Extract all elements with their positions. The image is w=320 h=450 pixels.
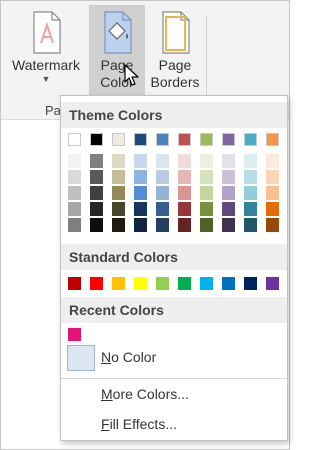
standard-color-swatch[interactable] — [68, 277, 81, 290]
watermark-icon — [22, 9, 70, 55]
theme-color-shade-swatch[interactable] — [222, 218, 235, 232]
page-color-icon — [93, 9, 141, 55]
standard-color-swatch[interactable] — [200, 277, 213, 290]
standard-color-swatch[interactable] — [156, 277, 169, 290]
theme-color-shade-swatch[interactable] — [156, 186, 169, 200]
theme-color-shade-swatch[interactable] — [200, 218, 213, 232]
fill-effects-text: ill Effects... — [109, 416, 177, 432]
theme-color-shade-swatch[interactable] — [178, 154, 191, 168]
theme-color-shade-swatch[interactable] — [112, 154, 125, 168]
theme-color-shade-swatch[interactable] — [266, 154, 279, 168]
theme-color-shade-swatch[interactable] — [112, 186, 125, 200]
theme-color-shade-swatch[interactable] — [134, 170, 147, 184]
theme-color-shade-swatch[interactable] — [178, 170, 191, 184]
theme-color-shade-swatch[interactable] — [90, 170, 103, 184]
theme-color-swatch[interactable] — [156, 133, 169, 146]
theme-color-shade-swatch[interactable] — [200, 186, 213, 200]
theme-color-swatch[interactable] — [68, 133, 81, 146]
theme-color-shade-swatch[interactable] — [90, 218, 103, 232]
theme-color-shade-swatch[interactable] — [222, 202, 235, 216]
theme-color-shade-swatch[interactable] — [266, 202, 279, 216]
no-color-item[interactable]: No Color — [61, 343, 287, 373]
theme-color-shade-swatch[interactable] — [222, 186, 235, 200]
theme-color-shade-swatch[interactable] — [134, 186, 147, 200]
recent-color-swatch[interactable] — [68, 328, 81, 341]
theme-color-shade-swatch[interactable] — [90, 154, 103, 168]
page-borders-icon — [151, 9, 199, 55]
theme-color-swatch[interactable] — [200, 133, 213, 146]
theme-color-shade-swatch[interactable] — [134, 218, 147, 232]
theme-color-shade-swatch[interactable] — [112, 218, 125, 232]
recent-colors-header: Recent Colors — [61, 297, 287, 323]
more-colors-text: ore Colors... — [112, 386, 189, 402]
theme-color-swatch[interactable] — [244, 133, 257, 146]
page-borders-label-line2: Borders — [150, 74, 200, 90]
theme-color-shade-swatch[interactable] — [156, 218, 169, 232]
standard-color-swatch[interactable] — [134, 277, 147, 290]
standard-color-swatch[interactable] — [244, 277, 257, 290]
theme-color-shade-swatch[interactable] — [200, 154, 213, 168]
theme-color-shade-swatch[interactable] — [68, 154, 81, 168]
theme-color-shade-swatch[interactable] — [200, 202, 213, 216]
chevron-down-icon: ▼ — [41, 74, 51, 84]
theme-color-shade-swatch[interactable] — [178, 186, 191, 200]
no-color-swatch — [67, 345, 95, 371]
theme-color-swatch[interactable] — [222, 133, 235, 146]
menu-divider — [61, 378, 287, 379]
page-color-dropdown: Theme Colors Standard Colors Recent Colo… — [60, 95, 288, 441]
no-color-mnemonic: N — [101, 349, 112, 365]
theme-color-shade-swatch[interactable] — [156, 202, 169, 216]
standard-color-swatch[interactable] — [266, 277, 279, 290]
theme-color-shade-swatch[interactable] — [178, 218, 191, 232]
standard-colors-header: Standard Colors — [61, 244, 287, 270]
theme-colors-header: Theme Colors — [61, 102, 287, 128]
theme-color-shade-swatch[interactable] — [134, 202, 147, 216]
theme-color-swatch[interactable] — [266, 133, 279, 146]
theme-color-shade-swatch[interactable] — [112, 202, 125, 216]
theme-color-shade-swatch[interactable] — [244, 186, 257, 200]
theme-color-shade-swatch[interactable] — [266, 170, 279, 184]
fill-effects-item[interactable]: Fill Effects... — [101, 416, 177, 432]
standard-color-swatch[interactable] — [178, 277, 191, 290]
theme-color-shade-swatch[interactable] — [244, 202, 257, 216]
theme-color-shade-swatch[interactable] — [156, 154, 169, 168]
theme-color-shade-swatch[interactable] — [112, 170, 125, 184]
page-borders-label: Page Borders — [150, 57, 199, 91]
theme-color-swatch[interactable] — [90, 133, 103, 146]
watermark-button[interactable]: Watermark ▼ — [3, 5, 89, 97]
more-colors-item[interactable]: More Colors... — [101, 386, 189, 402]
group-label: Pa — [45, 103, 61, 118]
theme-color-swatch[interactable] — [112, 133, 125, 146]
standard-color-swatch[interactable] — [222, 277, 235, 290]
fill-effects-mnemonic: F — [101, 416, 110, 432]
standard-color-swatch[interactable] — [90, 277, 103, 290]
theme-color-shade-swatch[interactable] — [222, 154, 235, 168]
standard-color-swatch[interactable] — [112, 277, 125, 290]
theme-color-shade-swatch[interactable] — [68, 170, 81, 184]
no-color-text: o Color — [111, 349, 157, 365]
theme-color-shade-swatch[interactable] — [90, 186, 103, 200]
theme-color-shade-swatch[interactable] — [222, 170, 235, 184]
theme-color-shade-swatch[interactable] — [244, 154, 257, 168]
theme-color-shade-swatch[interactable] — [68, 186, 81, 200]
theme-color-shade-swatch[interactable] — [156, 170, 169, 184]
theme-color-shade-swatch[interactable] — [244, 170, 257, 184]
theme-color-swatch[interactable] — [134, 133, 147, 146]
watermark-label: Watermark — [12, 57, 80, 73]
theme-color-shade-swatch[interactable] — [134, 154, 147, 168]
theme-color-shade-swatch[interactable] — [90, 202, 103, 216]
theme-color-shade-swatch[interactable] — [178, 202, 191, 216]
more-colors-mnemonic: M — [101, 386, 113, 402]
page-borders-label-line1: Page — [158, 57, 192, 73]
theme-color-shade-swatch[interactable] — [68, 218, 81, 232]
theme-color-shade-swatch[interactable] — [68, 202, 81, 216]
theme-color-shade-swatch[interactable] — [266, 186, 279, 200]
no-color-label: No Color — [101, 349, 156, 365]
theme-color-swatch[interactable] — [178, 133, 191, 146]
theme-color-shade-swatch[interactable] — [244, 218, 257, 232]
mouse-cursor-icon — [124, 64, 140, 88]
theme-color-shade-swatch[interactable] — [266, 218, 279, 232]
page-borders-button[interactable]: Page Borders — [147, 5, 203, 97]
theme-color-shade-swatch[interactable] — [200, 170, 213, 184]
